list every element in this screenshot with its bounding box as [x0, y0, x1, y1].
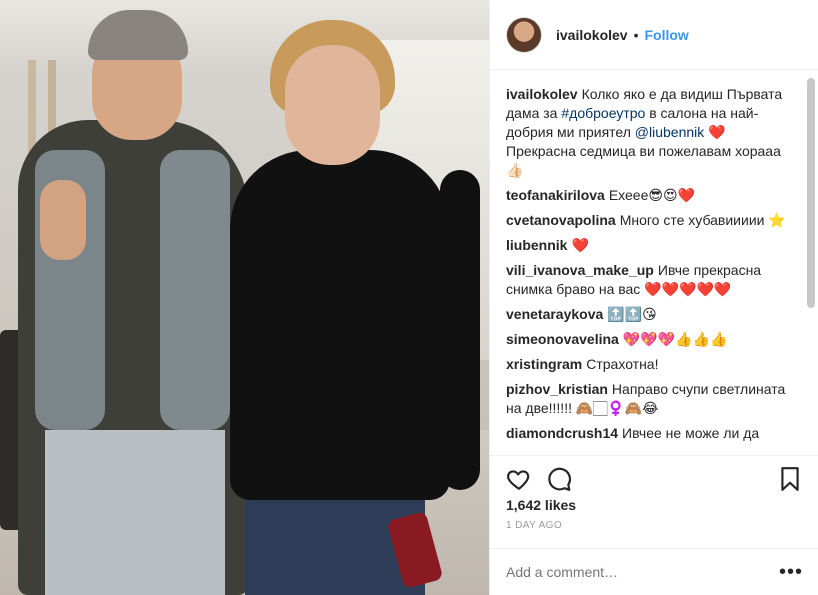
post-sidebar: ivailokolev • Follow ivailokolev Колко як… [489, 0, 818, 595]
comment-item: teofanakirilova Ехеее😎😍❤️ [506, 186, 800, 205]
caption-hashtag[interactable]: #доброеутро [561, 105, 645, 121]
comment-item: cvetanovapolina Много сте хубавиииии ⭐ [506, 211, 800, 230]
comment-item: xristingram Страхотна! [506, 355, 800, 374]
comment-item: venetaraykova 🔝🔝😘 [506, 305, 800, 324]
comment-username[interactable]: simeonovavelina [506, 331, 619, 347]
woman-arm [440, 170, 480, 490]
heart-icon[interactable] [506, 466, 532, 492]
bookmark-icon[interactable] [777, 466, 803, 492]
follow-button[interactable]: Follow [645, 27, 689, 43]
comment-username[interactable]: vili_ivanova_make_up [506, 262, 654, 278]
comment-username[interactable]: pizhov_kristian [506, 381, 608, 397]
comment-username[interactable]: venetaraykova [506, 306, 603, 322]
man-jeans [45, 430, 225, 595]
instagram-post: ivailokolev • Follow ivailokolev Колко як… [0, 0, 818, 595]
comment-text: Ехеее😎😍❤️ [608, 187, 695, 203]
comment-text: 💖💖💖👍👍👍 [622, 331, 728, 347]
action-bar [490, 455, 818, 495]
caption-mention[interactable]: @liubennik [635, 124, 704, 140]
comment-text: Ивчее не може ли да [622, 425, 760, 441]
header-username[interactable]: ivailokolev [556, 27, 628, 43]
likes-count[interactable]: 1,642 likes [506, 497, 576, 513]
woman-figure [230, 150, 450, 500]
header-separator: • [633, 26, 639, 43]
man-hand [40, 180, 86, 260]
woman-head [285, 45, 380, 165]
comment-item: vili_ivanova_make_up Ивче прекрасна снимк… [506, 261, 800, 299]
man-vest [160, 150, 230, 430]
post-photo[interactable] [0, 0, 489, 595]
comment-item: simeonovavelina 💖💖💖👍👍👍 [506, 330, 800, 349]
comments-scrollbar[interactable] [807, 78, 815, 308]
comment-text: Страхотна! [586, 356, 659, 372]
comment-item: pizhov_kristian Направо счупи светлината … [506, 380, 800, 418]
comment-text: 🔝🔝😘 [607, 306, 657, 322]
comment-text: Много сте хубавиииии ⭐ [619, 212, 786, 228]
caption-username[interactable]: ivailokolev [506, 86, 578, 102]
comment-composer: ••• [490, 548, 818, 595]
post-header: ivailokolev • Follow [490, 0, 818, 70]
comments-list[interactable]: ivailokolev Колко яко е да видиш Първата … [490, 71, 800, 459]
more-options-icon[interactable]: ••• [779, 561, 803, 584]
comment-bubble-icon[interactable] [546, 466, 572, 492]
comment-username[interactable]: diamondcrush14 [506, 425, 618, 441]
add-comment-input[interactable] [506, 564, 766, 580]
post-timestamp: 1 DAY AGO [506, 520, 563, 531]
comment-item: liubennik ❤️ [506, 236, 800, 255]
caption: ivailokolev Колко яко е да видиш Първата … [506, 85, 800, 180]
comment-text: ❤️ [571, 237, 589, 253]
comment-username[interactable]: liubennik [506, 237, 567, 253]
comment-username[interactable]: cvetanovapolina [506, 212, 616, 228]
comment-username[interactable]: xristingram [506, 356, 582, 372]
avatar[interactable] [506, 16, 542, 53]
comment-username[interactable]: teofanakirilova [506, 187, 605, 203]
comment-item: diamondcrush14 Ивчее не може ли да [506, 424, 800, 443]
